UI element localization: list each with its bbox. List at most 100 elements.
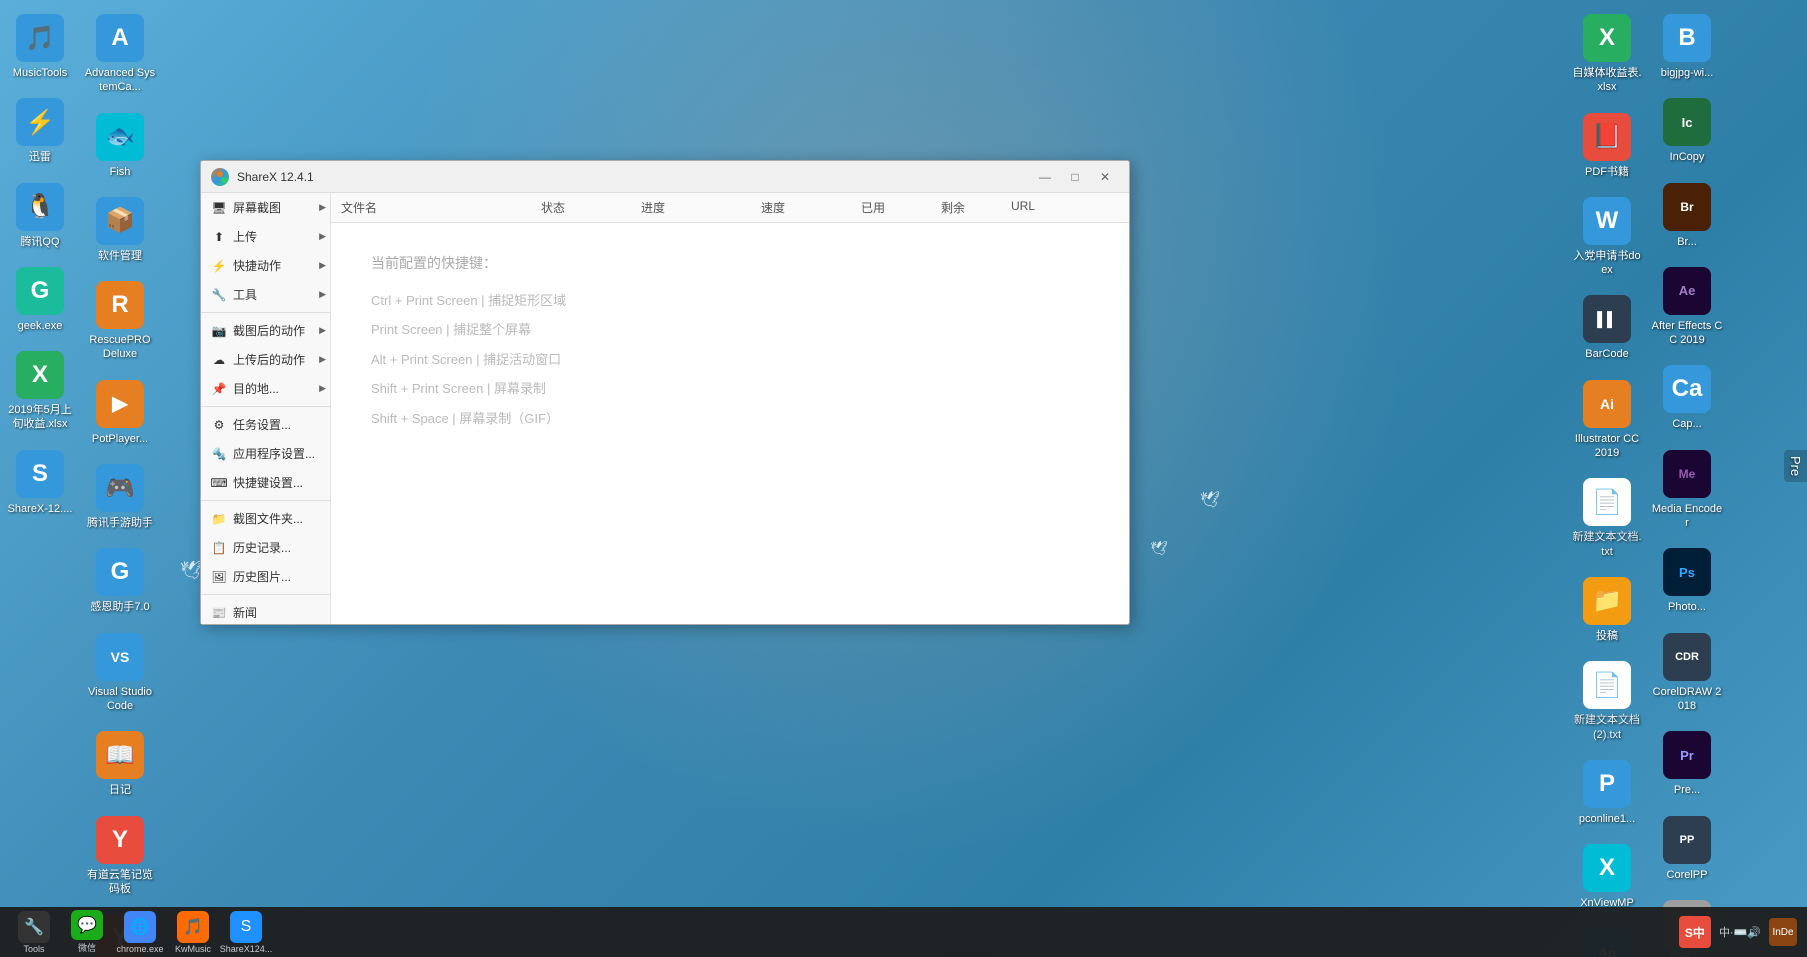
- desktop-icon-diary[interactable]: 📖 日记: [80, 727, 160, 801]
- menu-quickaction[interactable]: ⚡ 快捷动作 ▶: [201, 251, 330, 280]
- taskbar-chrome[interactable]: 🌐 chrome.exe: [116, 910, 164, 954]
- xnview-icon: X: [1583, 844, 1631, 892]
- taskbar-tools[interactable]: 🔧 Tools: [10, 910, 58, 954]
- menu-screenshot[interactable]: 🖥 屏幕截图 ▶: [201, 193, 330, 222]
- taskbar-hellofont[interactable]: S中: [1679, 916, 1711, 948]
- potplayer-label: PotPlayer...: [92, 432, 148, 446]
- minimize-button[interactable]: —: [1031, 166, 1059, 188]
- pconline-icon: P: [1583, 760, 1631, 808]
- desktop-icon-aftereffects[interactable]: Ae After Effects CC 2019: [1647, 263, 1727, 352]
- photoshop-icon: Ps: [1663, 548, 1711, 596]
- premiere-label: Pre...: [1674, 783, 1700, 797]
- taskbar-chrome-label: chrome.exe: [116, 944, 163, 954]
- desktop-icon-geek[interactable]: G geek.exe: [0, 263, 80, 337]
- desktop-icon-ganen[interactable]: G 感恩助手7.0: [80, 544, 160, 618]
- bigjpg-icon: B: [1663, 14, 1711, 62]
- desktop-icon-coreldraw[interactable]: CDR CorelDRAW 2018: [1647, 629, 1727, 718]
- desktop-icon-br[interactable]: Br Br...: [1647, 179, 1727, 253]
- txt2-label: 新建文本文档(2).txt: [1571, 713, 1643, 742]
- desktop-icon-illustrator[interactable]: Ai Illustrator CC 2019: [1567, 376, 1647, 465]
- desktop-icon-txt1[interactable]: 📄 新建文本文档.txt: [1567, 474, 1647, 563]
- menu-news[interactable]: 📰 新闻: [201, 598, 330, 624]
- menu-hotkey-settings[interactable]: ⌨ 快捷键设置...: [201, 468, 330, 497]
- menu-task-settings[interactable]: ⚙ 任务设置...: [201, 410, 330, 439]
- taskbar-kwmusic[interactable]: 🎵 KwMusic: [169, 910, 217, 954]
- desktop-icon-excel[interactable]: X 2019年5月上旬收益.xlsx: [0, 347, 80, 436]
- table-header: 文件名 状态 进度 速度 已用 剩余 URL: [331, 193, 1129, 223]
- desktop-icon-pdf[interactable]: 📕 PDF书籍: [1567, 109, 1647, 183]
- incopy-label: InCopy: [1670, 150, 1705, 164]
- desktop-icon-advsyscam[interactable]: A Advanced SystemCa...: [80, 10, 160, 99]
- taskbar-indesign[interactable]: InDe: [1769, 918, 1797, 946]
- desktop-icon-qq[interactable]: 🐧 腾讯QQ: [0, 179, 80, 253]
- menu-screenshot-folder[interactable]: 📁 截图文件夹...: [201, 504, 330, 533]
- desktop-icon-vscode[interactable]: VS Visual Studio Code: [80, 629, 160, 718]
- desktop-icon-mediaencoder[interactable]: Me Media Encoder: [1647, 446, 1727, 535]
- menu-destination[interactable]: 📌 目的地... ▶: [201, 374, 330, 403]
- taskbar-wechat-icon: 💬: [71, 910, 103, 940]
- desktop-icon-youdao1[interactable]: Y 有道云笔记览码板: [80, 812, 160, 901]
- premiere-icon: Pr: [1663, 731, 1711, 779]
- desktop-icon-thunder[interactable]: ⚡ 迅雷: [0, 94, 80, 168]
- maximize-button[interactable]: □: [1061, 166, 1089, 188]
- menu-after-capture[interactable]: 📷 截图后的动作 ▶: [201, 316, 330, 345]
- taskbar-sharex[interactable]: S ShareX124...: [222, 910, 270, 954]
- taskbar-wechat-label: 微信: [78, 941, 96, 954]
- desktop-icon-media-excel[interactable]: X 自媒体收益表.xlsx: [1567, 10, 1647, 99]
- desktop-icon-pconline[interactable]: P pconline1...: [1567, 756, 1647, 830]
- desktop-icon-corelpaint[interactable]: PP CorelPP: [1647, 812, 1727, 886]
- col-url: URL: [1001, 197, 1129, 218]
- quickaction-icon: ⚡: [211, 258, 227, 274]
- desktop-icon-incopy[interactable]: Ic InCopy: [1647, 94, 1727, 168]
- desktop-icon-xnview[interactable]: X XnViewMP: [1567, 840, 1647, 914]
- taskbar: 🔧 Tools 💬 微信 🌐 chrome.exe 🎵 KwMusic S Sh…: [0, 907, 1807, 957]
- desktop-icon-sharex[interactable]: S ShareX-12....: [0, 446, 80, 520]
- taskbar-wechat[interactable]: 💬 微信: [63, 910, 111, 954]
- rescue-label: RescuePRO Deluxe: [84, 333, 156, 362]
- close-button[interactable]: ✕: [1091, 166, 1119, 188]
- menu-after-upload[interactable]: ☁ 上传后的动作 ▶: [201, 345, 330, 374]
- shortcut-shift-print: Shift + Print Screen | 屏幕录制: [371, 377, 1089, 400]
- destination-icon: 📌: [211, 381, 227, 397]
- desktop-icon-fish[interactable]: 🐟 Fish: [80, 109, 160, 183]
- fish-label: Fish: [110, 165, 131, 179]
- desktop-icon-bigjpg[interactable]: B bigjpg-wi...: [1647, 10, 1727, 84]
- desktop-icon-softmgr[interactable]: 📦 软件管理: [80, 193, 160, 267]
- menu-app-settings[interactable]: 🔩 应用程序设置...: [201, 439, 330, 468]
- sep-2: [201, 406, 330, 407]
- desktop-icon-rescue[interactable]: R RescuePRO Deluxe: [80, 277, 160, 366]
- taskbar-tools-label: Tools: [23, 944, 44, 954]
- potplayer-icon: ▶: [96, 380, 144, 428]
- desktop-icon-folder[interactable]: 📁 投稿: [1567, 573, 1647, 647]
- menu-history[interactable]: 📋 历史记录...: [201, 533, 330, 562]
- desktop-icon-tengame[interactable]: 🎮 腾讯手游助手: [80, 460, 160, 534]
- desktop-icon-premiere[interactable]: Pr Pre...: [1647, 727, 1727, 801]
- corelpaint-icon: PP: [1663, 816, 1711, 864]
- sep-1: [201, 312, 330, 313]
- geek-label: geek.exe: [18, 319, 63, 333]
- menu-tools[interactable]: 🔧 工具 ▶: [201, 280, 330, 309]
- desktop-icon-cap[interactable]: Ca Cap...: [1647, 361, 1727, 435]
- sharex-window: ShareX 12.4.1 — □ ✕ 🖥 屏幕截图 ▶ ⬆ 上传 ▶: [200, 160, 1130, 625]
- menu-upload[interactable]: ⬆ 上传 ▶: [201, 222, 330, 251]
- desktop-icon-party-doc[interactable]: W 入党申请书doex: [1567, 193, 1647, 282]
- txt1-label: 新建文本文档.txt: [1571, 530, 1643, 559]
- col-used: 已用: [851, 197, 931, 218]
- menu-history-images[interactable]: 🖼 历史图片...: [201, 562, 330, 591]
- tools-menu-icon: 🔧: [211, 287, 227, 303]
- screenshot-folder-label: 截图文件夹...: [233, 510, 303, 527]
- news-icon: 📰: [211, 605, 227, 621]
- desktop-icon-barcode[interactable]: ▌▌ BarCode: [1567, 291, 1647, 365]
- softmgr-icon: 📦: [96, 197, 144, 245]
- thunder-label: 迅雷: [29, 150, 51, 164]
- shortcut-shift-space: Shift + Space | 屏幕录制（GIF）: [371, 407, 1089, 430]
- br-label: Br...: [1677, 235, 1697, 249]
- desktop-icon-photoshop[interactable]: Ps Photo...: [1647, 544, 1727, 618]
- rescue-icon: R: [96, 281, 144, 329]
- desktop-icon-musictools[interactable]: 🎵 MusicTools: [0, 10, 80, 84]
- party-doc-icon: W: [1583, 197, 1631, 245]
- coreldraw-label: CorelDRAW 2018: [1651, 685, 1723, 714]
- desktop-icon-potplayer[interactable]: ▶ PotPlayer...: [80, 376, 160, 450]
- desktop-icon-txt2[interactable]: 📄 新建文本文档(2).txt: [1567, 657, 1647, 746]
- cap-icon: Ca: [1663, 365, 1711, 413]
